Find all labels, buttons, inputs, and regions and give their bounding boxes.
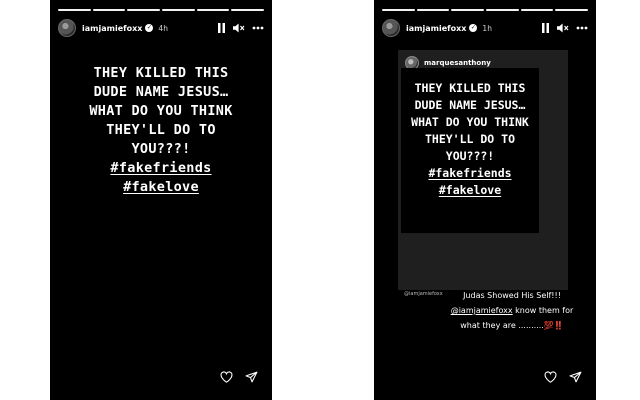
send-icon[interactable] — [245, 371, 258, 383]
story-line: YOU???! — [131, 141, 191, 157]
caption-text: what they are .......... — [460, 321, 544, 330]
avatar[interactable] — [382, 19, 400, 37]
progress-segment — [58, 9, 91, 11]
post-time: 1h — [482, 23, 492, 33]
story-line: THEY'LL DO TO — [106, 122, 216, 138]
story-progress-bar — [382, 9, 589, 11]
progress-segment — [416, 9, 450, 11]
speaker-muted-icon[interactable] — [233, 23, 245, 33]
pause-icon[interactable] — [541, 23, 550, 33]
pause-icon[interactable] — [217, 23, 226, 33]
double-exclamation-icon: ‼️ — [553, 321, 564, 330]
story-line: WHAT DO YOU THINK — [411, 115, 529, 129]
progress-segment — [486, 9, 519, 11]
send-icon[interactable] — [569, 371, 582, 383]
story-line: DUDE NAME JESUS… — [93, 84, 229, 100]
mention-link[interactable]: @iamjamiefoxx — [451, 306, 513, 315]
story-line: DUDE NAME JESUS… — [414, 98, 526, 112]
story-text: THEY KILLED THIS DUDE NAME JESUS… WHAT D… — [403, 80, 537, 199]
story-progress-bar — [58, 9, 265, 11]
username[interactable]: iamjamiefoxx — [82, 24, 142, 33]
hashtag-link[interactable]: #fakelove — [58, 178, 264, 197]
progress-segment — [520, 9, 554, 11]
progress-segment — [92, 9, 126, 11]
avatar[interactable] — [58, 19, 76, 37]
story-header: iamjamiefoxx ✓ 4h — [58, 18, 264, 38]
post-time: 4h — [158, 23, 168, 33]
embedded-story-credit: @iamjamiefoxx — [404, 291, 443, 297]
story-viewer-left: iamjamiefoxx ✓ 4h THEY KILLED THIS DUDE … — [50, 0, 272, 400]
story-caption: Judas Showed His Self!!! @iamjamiefoxx k… — [442, 288, 582, 333]
story-footer — [220, 371, 258, 383]
caption-text: know them for — [512, 306, 574, 315]
caption-line: Judas Showed His Self!!! — [463, 291, 561, 300]
story-viewer-right: iamjamiefoxx ✓ 1h marquesanthony THEY KI… — [374, 0, 596, 400]
heart-icon[interactable] — [544, 371, 557, 383]
progress-segment — [127, 9, 161, 11]
verified-badge-icon: ✓ — [145, 24, 154, 32]
speaker-muted-icon[interactable] — [557, 23, 569, 33]
repost-username[interactable]: marquesanthony — [424, 59, 491, 67]
story-footer — [544, 371, 582, 383]
more-icon[interactable] — [252, 26, 264, 30]
progress-segment — [162, 9, 195, 11]
hundred-emoji-icon: 💯 — [543, 321, 554, 330]
story-line: YOU???! — [445, 149, 495, 163]
story-text: THEY KILLED THIS DUDE NAME JESUS… WHAT D… — [58, 64, 264, 197]
progress-segment — [231, 9, 265, 11]
progress-segment — [555, 9, 589, 11]
story-line: THEY KILLED THIS — [93, 65, 229, 81]
progress-segment — [451, 9, 485, 11]
progress-segment — [196, 9, 230, 11]
story-line: THEY KILLED THIS — [414, 81, 526, 95]
progress-segment — [382, 9, 415, 11]
caption-line: @iamjamiefoxx know them for — [442, 303, 582, 318]
verified-badge-icon: ✓ — [469, 24, 478, 32]
more-icon[interactable] — [576, 26, 588, 30]
hashtag-link[interactable]: #fakefriends — [58, 159, 264, 178]
heart-icon[interactable] — [220, 371, 233, 383]
story-line: WHAT DO YOU THINK — [89, 103, 233, 119]
story-header: iamjamiefoxx ✓ 1h — [382, 18, 588, 38]
story-line: THEY'LL DO TO — [424, 132, 515, 146]
username[interactable]: iamjamiefoxx — [406, 24, 466, 33]
embedded-story[interactable]: THEY KILLED THIS DUDE NAME JESUS… WHAT D… — [401, 68, 539, 233]
caption-line: what they are ..........💯‼️ — [442, 318, 582, 333]
hashtag-link[interactable]: #fakelove — [403, 182, 537, 199]
hashtag-link[interactable]: #fakefriends — [403, 165, 537, 182]
